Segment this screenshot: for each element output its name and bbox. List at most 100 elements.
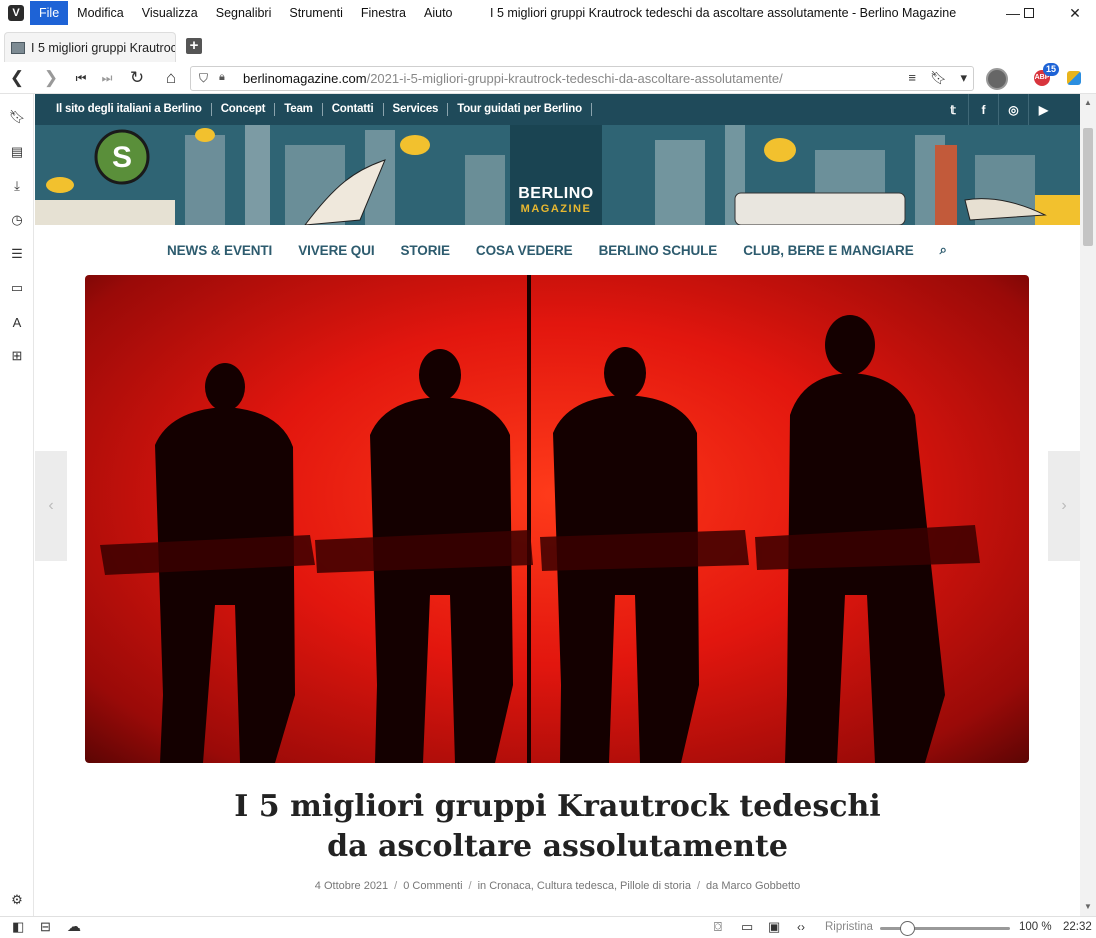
maximize-icon (1024, 8, 1034, 18)
youtube-icon[interactable]: ▶ (1028, 94, 1058, 125)
topnav-concept[interactable]: Concept (212, 103, 276, 116)
topnav-home[interactable]: Il sito degli italiani a Berlino (47, 103, 212, 116)
sync-cloud-icon[interactable]: ☁ (67, 918, 81, 935)
arrow-right-icon: ❯ (43, 68, 59, 87)
chevron-left-icon: ‹ (48, 497, 54, 514)
instagram-icon[interactable]: ◎ (998, 94, 1028, 125)
nav-club-bere-mangiare[interactable]: CLUB, BERE E MANGIARE (743, 243, 914, 258)
facebook-icon[interactable]: f (968, 94, 998, 125)
site-logo[interactable]: BERLINO MAGAZINE (510, 125, 602, 225)
shield-icon[interactable]: ⛉ (199, 71, 208, 86)
logo-title: BERLINO (518, 185, 594, 202)
bookmarks-panel-icon[interactable]: 🔖︎ (8, 108, 26, 126)
history-icon[interactable]: ◷ (8, 211, 26, 229)
article-comments-link[interactable]: 0 Commenti (403, 880, 462, 892)
chevron-right-icon: › (1061, 497, 1067, 514)
site-top-strip: Il sito degli italiani a Berlino Concept… (35, 94, 1080, 125)
tile-tabs-icon[interactable]: ⊟ (40, 919, 51, 935)
svg-text:S: S (112, 141, 132, 174)
image-toggle-icon[interactable]: ▣ (768, 919, 780, 935)
fast-forward-button[interactable]: ⏭ (94, 65, 120, 91)
zoom-slider-thumb[interactable] (900, 921, 915, 936)
menu-segnalibri[interactable]: Segnalibri (207, 1, 281, 25)
topnav-contatti[interactable]: Contatti (323, 103, 384, 116)
nav-storie[interactable]: STORIE (401, 243, 451, 258)
zoom-reset-button[interactable]: Ripristina (825, 921, 873, 933)
reading-list-icon[interactable]: ▤ (8, 143, 26, 161)
nav-berlino-schule[interactable]: BERLINO SCHULE (599, 243, 718, 258)
profile-avatar[interactable] (986, 68, 1008, 90)
nav-cosa-vedere[interactable]: COSA VEDERE (476, 243, 573, 258)
hero-image (85, 275, 1029, 763)
menu-strumenti[interactable]: Strumenti (280, 1, 352, 25)
search-icon[interactable]: ⌕ (940, 242, 947, 258)
page-actions-icon[interactable]: ‹› (797, 920, 805, 934)
status-bar: ◧ ⊟ ☁ ⌼ ▭ ▣ ‹› Ripristina 100 % 22:32 (0, 916, 1096, 938)
settings-icon[interactable]: ⚙ (8, 891, 26, 909)
site-banner: S BERLINO MAGAZINE (35, 125, 1080, 225)
reader-view-icon[interactable]: ≡ (908, 70, 916, 86)
main-nav: NEWS & EVENTI VIVERE QUI STORIE COSA VED… (35, 225, 1080, 275)
close-icon: ✕ (1069, 4, 1081, 21)
menu-modifica[interactable]: Modifica (68, 1, 133, 25)
clock: 22:32 (1063, 921, 1092, 933)
home-button[interactable]: ⌂ (158, 65, 184, 91)
toggle-panel-icon[interactable]: ◧ (12, 919, 24, 935)
browser-tab[interactable]: I 5 migliori gruppi Krautrock tedeschi d… (4, 32, 176, 62)
adblock-count-badge: 15 (1043, 63, 1059, 76)
lock-icon[interactable]: 🔒︎ (219, 71, 225, 84)
page-scrollbar[interactable]: ▲ ▼ (1080, 94, 1096, 916)
url-domain: berlinomagazine.com (243, 71, 367, 86)
slider-next-button[interactable]: › (1048, 451, 1080, 561)
article-date: 4 Ottobre 2021 (314, 880, 389, 892)
arrow-left-icon: ❮ (9, 68, 25, 87)
add-panel-icon[interactable]: ⊞ (8, 347, 26, 365)
extension-icon[interactable] (1067, 71, 1081, 85)
back-button[interactable]: ❮ (4, 65, 30, 91)
forward-button[interactable]: ❯ (38, 65, 64, 91)
downloads-icon[interactable]: ⤓ (8, 177, 26, 195)
url-path: /2021-i-5-migliori-gruppi-krautrock-tede… (366, 71, 783, 86)
close-window-button[interactable]: ✕ (1058, 0, 1092, 26)
topnav-tour[interactable]: Tour guidati per Berlino (448, 103, 592, 116)
page-tiling-icon[interactable]: ▭ (741, 919, 753, 935)
new-tab-button[interactable]: + (186, 38, 202, 54)
menu-aiuto[interactable]: Aiuto (415, 1, 462, 25)
logo-subtitle: MAGAZINE (520, 203, 592, 215)
window-title: I 5 migliori gruppi Krautrock tedeschi d… (490, 6, 957, 20)
article-author[interactable]: da Marco Gobbetto (706, 880, 800, 892)
side-panel: 🔖︎ ▤ ⤓ ◷ ☰ ▭ A ⊞ ⚙ (0, 94, 34, 916)
capture-icon[interactable]: ⌼ (714, 919, 722, 935)
article-title-line1: I 5 migliori gruppi Krautrock tedeschi (234, 789, 881, 824)
nav-news-eventi[interactable]: NEWS & EVENTI (167, 243, 272, 258)
slider-prev-button[interactable]: ‹ (35, 451, 67, 561)
tab-title: I 5 migliori gruppi Krautrock tedeschi d… (31, 40, 175, 55)
bookmark-icon[interactable]: 🔖︎ (930, 70, 947, 86)
notes-icon[interactable]: ☰ (8, 245, 26, 263)
rewind-button[interactable]: ⏮ (68, 65, 94, 91)
article-meta: 4 Ottobre 2021/0 Commenti / in Cronaca, Cu… (314, 880, 801, 892)
window-panel-icon[interactable]: ▭ (8, 279, 26, 297)
scrollbar-thumb[interactable] (1083, 128, 1093, 246)
reload-icon: ↻ (129, 68, 145, 87)
reload-button[interactable]: ↻ (124, 65, 150, 91)
twitter-icon[interactable]: 𝕥 (938, 94, 968, 125)
fast-forward-icon: ⏭ (101, 70, 113, 85)
nav-vivere-qui[interactable]: VIVERE QUI (298, 243, 374, 258)
vivaldi-icon[interactable]: V (8, 5, 24, 21)
rewind-icon: ⏮ (75, 70, 87, 85)
menu-visualizza[interactable]: Visualizza (133, 1, 207, 25)
menu-file[interactable]: File (30, 1, 69, 25)
article-title-line2: da ascoltare assolutamente (327, 829, 788, 864)
title-bar: V File Modifica Visualizza Segnalibri St… (0, 0, 1096, 26)
scroll-up-icon[interactable]: ▲ (1084, 98, 1092, 107)
topnav-team[interactable]: Team (275, 103, 323, 116)
article-categories[interactable]: in Cronaca, Cultura tedesca, Pillole di … (478, 880, 691, 892)
scroll-down-icon[interactable]: ▼ (1084, 902, 1092, 911)
topnav-services[interactable]: Services (384, 103, 449, 116)
chevron-down-icon[interactable]: ▾ (960, 70, 967, 86)
menu-finestra[interactable]: Finestra (352, 1, 415, 25)
address-bar[interactable]: ⛉ 🔒︎ berlinomagazine.com/2021-i-5-miglio… (190, 66, 974, 91)
translate-icon[interactable]: A (8, 313, 26, 331)
maximize-button[interactable] (1012, 0, 1046, 26)
